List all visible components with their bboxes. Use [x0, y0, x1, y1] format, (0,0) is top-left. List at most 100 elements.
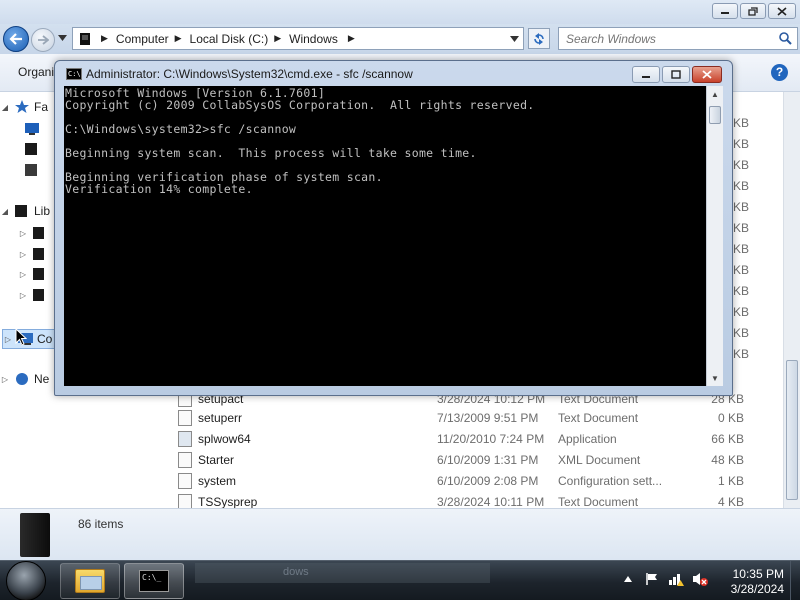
nav-libraries-label: Lib — [34, 204, 51, 218]
chevron-right-icon[interactable]: ▶ — [274, 33, 281, 44]
cmd-scrollbar[interactable]: ▲ ▼ — [706, 86, 723, 386]
back-button[interactable] — [3, 26, 29, 52]
item-count: 86 items — [78, 517, 124, 531]
chevron-right-icon[interactable]: ▶ — [101, 33, 108, 44]
nav-recent[interactable] — [20, 163, 44, 177]
nav-lib-documents[interactable]: ▷ — [18, 226, 52, 240]
network-icon — [16, 373, 28, 385]
file-type: Text Document — [558, 410, 639, 425]
clock[interactable]: 10:35 PM 3/28/2024 — [718, 567, 784, 597]
network-status-button[interactable] — [668, 571, 684, 587]
action-center-button[interactable] — [644, 571, 660, 587]
expand-arrow-icon[interactable]: ◢ — [0, 103, 10, 112]
search-box[interactable] — [558, 27, 798, 50]
mouse-cursor-icon — [15, 328, 27, 346]
arrow-left-icon — [9, 33, 22, 45]
start-button[interactable] — [6, 561, 46, 600]
file-row[interactable]: Starter 6/10/2009 1:31 PM XML Document 4… — [170, 449, 800, 470]
chevron-right-icon[interactable]: ▶ — [348, 33, 355, 44]
nav-favorites[interactable]: ◢ Fa — [0, 100, 48, 114]
expand-arrow-icon[interactable]: ▷ — [18, 270, 28, 279]
expand-arrow-icon[interactable]: ▷ — [0, 375, 10, 384]
file-date: 6/10/2009 2:08 PM — [437, 473, 539, 488]
size-cell: KB — [733, 179, 750, 193]
size-cell: KB — [733, 284, 750, 298]
help-icon[interactable]: ? — [771, 64, 788, 81]
file-row[interactable]: splwow64 11/20/2010 7:24 PM Application … — [170, 428, 800, 449]
organize-menu[interactable]: Organi — [18, 65, 54, 79]
minimize-button[interactable] — [712, 3, 738, 19]
nav-libraries[interactable]: ◢ Lib — [0, 204, 50, 218]
folder-icon — [25, 143, 37, 155]
cmd-title: Administrator: C:\Windows\System32\cmd.e… — [86, 67, 413, 81]
videos-icon — [33, 289, 44, 301]
expand-arrow-icon[interactable]: ▷ — [18, 250, 28, 259]
refresh-button[interactable] — [528, 28, 550, 49]
expand-arrow-icon[interactable]: ▷ — [18, 229, 28, 238]
maximize-icon — [671, 70, 681, 79]
console-output[interactable]: Microsoft Windows [Version 6.1.7601] Cop… — [64, 86, 706, 386]
restore-button[interactable] — [740, 3, 766, 19]
explorer-scrollbar[interactable] — [783, 92, 800, 508]
expand-arrow-icon[interactable]: ▷ — [18, 291, 28, 300]
file-row[interactable]: TSSysprep 3/28/2024 10:11 PM Text Docume… — [170, 491, 800, 508]
documents-icon — [33, 227, 44, 239]
arrow-right-icon — [38, 35, 49, 45]
volume-button[interactable] — [692, 571, 708, 587]
search-icon — [779, 32, 792, 45]
close-button[interactable] — [768, 3, 796, 19]
nav-favorites-label: Fa — [34, 100, 49, 114]
nav-computer[interactable]: ▷ Co — [2, 329, 62, 349]
file-date: 7/13/2009 9:51 PM — [437, 410, 539, 425]
config-file-icon — [178, 472, 192, 489]
nav-network[interactable]: ▷ Ne — [0, 372, 49, 386]
chevron-down-icon[interactable] — [510, 36, 519, 42]
clock-date: 3/28/2024 — [730, 582, 784, 596]
nav-desktop[interactable] — [20, 122, 44, 136]
size-cell: KB — [733, 116, 750, 130]
nav-lib-videos[interactable]: ▷ — [18, 288, 52, 302]
pictures-icon — [33, 268, 44, 280]
explorer-title-bar[interactable] — [0, 0, 800, 24]
scroll-up-icon[interactable]: ▲ — [707, 86, 723, 102]
scrollbar-thumb[interactable] — [709, 106, 721, 124]
scroll-down-icon[interactable]: ▼ — [707, 370, 723, 386]
cmd-title-bar[interactable]: C:\ Administrator: C:\Windows\System32\c… — [55, 61, 732, 87]
nav-lib-music[interactable]: ▷ — [18, 247, 52, 261]
expand-arrow-icon[interactable]: ▷ — [3, 335, 13, 344]
cmd-minimize-button[interactable] — [632, 66, 660, 83]
show-desktop-button[interactable] — [790, 561, 800, 600]
console-line: Verification 14% complete. — [65, 182, 253, 196]
nav-lib-pictures[interactable]: ▷ — [18, 267, 52, 281]
cmd-maximize-button[interactable] — [662, 66, 690, 83]
file-date: 6/10/2009 1:31 PM — [437, 452, 539, 467]
network-warning-icon — [669, 574, 684, 586]
breadcrumb-local-disk[interactable]: Local Disk (C:) — [190, 32, 269, 46]
file-row[interactable]: setuperr 7/13/2009 9:51 PM Text Document… — [170, 407, 800, 428]
breadcrumb: ▶ Computer ▶ Local Disk (C:) ▶ Windows ▶ — [73, 32, 357, 46]
file-type: Configuration sett... — [558, 473, 663, 488]
search-input[interactable] — [566, 32, 766, 46]
recent-pages-icon[interactable] — [58, 35, 67, 41]
taskbar-cmd-button[interactable]: C:\_ — [124, 563, 184, 599]
cmd-icon[interactable]: C:\ — [66, 68, 82, 80]
cmd-window[interactable]: C:\ Administrator: C:\Windows\System32\c… — [54, 60, 733, 396]
desktop-icon — [25, 123, 39, 135]
address-bar[interactable]: ▶ Computer ▶ Local Disk (C:) ▶ Windows ▶ — [72, 27, 524, 50]
taskbar-explorer-button[interactable] — [60, 563, 120, 599]
show-hidden-icons-button[interactable] — [620, 571, 636, 587]
scrollbar-thumb[interactable] — [786, 360, 798, 500]
file-row[interactable]: system 6/10/2009 2:08 PM Configuration s… — [170, 470, 800, 491]
cmd-close-button[interactable] — [692, 66, 722, 83]
chevron-right-icon[interactable]: ▶ — [175, 33, 182, 44]
forward-button[interactable] — [31, 28, 55, 52]
file-size: 66 KB — [711, 431, 744, 446]
file-list: setupact 3/28/2024 10:12 PM Text Documen… — [170, 388, 800, 508]
breadcrumb-windows[interactable]: Windows — [289, 32, 338, 46]
file-size: 1 KB — [717, 473, 744, 488]
chevron-up-icon — [624, 576, 632, 582]
file-size: 0 KB — [717, 410, 744, 425]
breadcrumb-computer[interactable]: Computer — [116, 32, 169, 46]
expand-arrow-icon[interactable]: ◢ — [0, 207, 10, 216]
nav-downloads[interactable] — [20, 142, 44, 156]
